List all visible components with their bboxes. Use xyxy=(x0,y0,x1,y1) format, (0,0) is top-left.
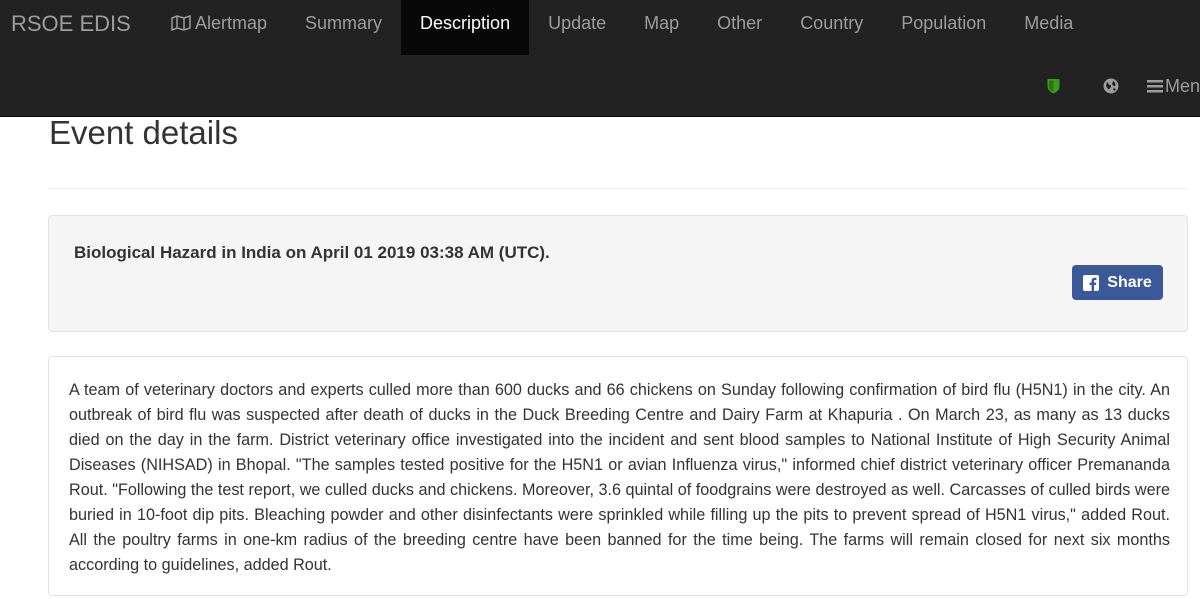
nav-item-label: Alertmap xyxy=(195,12,268,33)
main-nav: Alertmap Summary Description Update Map … xyxy=(152,0,1092,55)
globe-icon[interactable] xyxy=(1103,78,1119,94)
menu-button[interactable]: Men xyxy=(1146,75,1200,97)
event-header-panel: Biological Hazard in India on April 01 2… xyxy=(48,215,1188,332)
nav-item-country[interactable]: Country xyxy=(781,0,882,55)
nav-item-media[interactable]: Media xyxy=(1005,0,1092,55)
map-icon xyxy=(171,14,191,31)
facebook-icon xyxy=(1083,274,1100,291)
nav-item-alertmap[interactable]: Alertmap xyxy=(152,0,286,55)
nav-item-update[interactable]: Update xyxy=(529,0,625,55)
hamburger-menu-icon xyxy=(1146,80,1163,93)
nav-item-population[interactable]: Population xyxy=(882,0,1005,55)
nav-item-other[interactable]: Other xyxy=(698,0,781,55)
nav-item-summary[interactable]: Summary xyxy=(286,0,401,55)
event-description: A team of veterinary doctors and experts… xyxy=(69,381,1170,574)
share-label: Share xyxy=(1107,273,1152,291)
event-title: Biological Hazard in India on April 01 2… xyxy=(74,243,550,262)
nav-item-description[interactable]: Description xyxy=(401,0,530,55)
brand-logo-text[interactable]: RSOE EDIS xyxy=(11,11,131,37)
secondary-nav: Men xyxy=(1047,74,1200,98)
shield-icon[interactable] xyxy=(1047,78,1060,94)
menu-label: Men xyxy=(1164,75,1200,96)
top-navbar: RSOE EDIS Alertmap Summary Description U… xyxy=(0,0,1200,117)
page-title: Event details xyxy=(49,114,238,151)
event-description-panel: A team of veterinary doctors and experts… xyxy=(48,356,1188,596)
share-button[interactable]: Share xyxy=(1072,265,1163,300)
divider xyxy=(48,188,1188,189)
nav-item-map[interactable]: Map xyxy=(625,0,698,55)
